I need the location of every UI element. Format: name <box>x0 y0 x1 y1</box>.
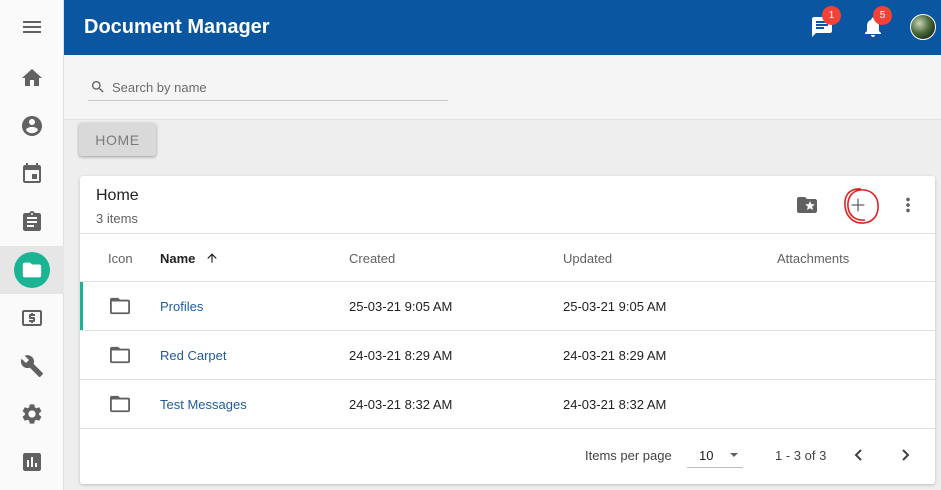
add-button[interactable] <box>845 192 871 218</box>
paginator: Items per page 10 1 - 3 of 3 <box>80 432 935 472</box>
sidebar-item-reports[interactable] <box>0 438 64 486</box>
sidebar-item-calendar[interactable] <box>0 150 64 198</box>
row-name[interactable]: Profiles <box>160 299 203 314</box>
sidebar-item-tools[interactable] <box>0 342 64 390</box>
bar-chart-icon <box>23 453 41 471</box>
money-icon <box>22 310 42 326</box>
column-name-label: Name <box>160 251 196 266</box>
gear-icon <box>22 404 42 424</box>
search-icon <box>92 81 104 93</box>
more-vert-icon <box>906 197 910 213</box>
sidebar-item-documents[interactable] <box>0 246 64 294</box>
column-name[interactable]: Name <box>160 251 219 266</box>
column-updated[interactable]: Updated <box>563 251 612 266</box>
app-title: Document Manager <box>84 16 270 38</box>
column-attachments: Attachments <box>777 251 850 266</box>
folder-star-icon <box>797 197 817 213</box>
folder-icon <box>22 262 42 278</box>
row-created: 25-03-21 9:05 AM <box>349 299 453 314</box>
sidebar-item-home[interactable] <box>0 54 64 102</box>
active-indicator <box>14 252 50 288</box>
folder-special-button[interactable] <box>794 192 820 218</box>
column-created[interactable]: Created <box>349 251 395 266</box>
messages-badge: 1 <box>822 6 841 25</box>
row-created: 24-03-21 8:32 AM <box>349 397 453 412</box>
row-name[interactable]: Red Carpet <box>160 348 226 363</box>
folder-icon <box>109 394 131 414</box>
items-per-page-select[interactable]: 10 <box>687 442 743 468</box>
sidebar-item-settings[interactable] <box>0 390 64 438</box>
table-header: Icon Name Created Updated Attachments <box>80 233 935 282</box>
documents-table: Icon Name Created Updated Attachments Pr… <box>80 233 935 429</box>
item-count: 3 items <box>96 211 138 226</box>
plus-icon <box>851 198 865 212</box>
breadcrumb-home-button[interactable]: HOME <box>79 123 156 156</box>
folder-icon <box>109 345 131 365</box>
menu-button[interactable] <box>0 3 64 51</box>
arrow-up-icon <box>207 253 217 263</box>
calendar-icon <box>23 163 41 183</box>
row-updated: 25-03-21 9:05 AM <box>563 299 667 314</box>
row-name[interactable]: Test Messages <box>160 397 247 412</box>
chevron-left-icon <box>854 449 862 461</box>
messages-button[interactable]: 1 <box>810 6 841 41</box>
row-updated: 24-03-21 8:29 AM <box>563 348 667 363</box>
notifications-badge: 5 <box>873 6 892 25</box>
page-range: 1 - 3 of 3 <box>775 448 827 463</box>
folder-icon <box>109 296 131 316</box>
dropdown-arrow-icon <box>730 453 738 457</box>
items-per-page-value: 10 <box>699 448 714 463</box>
menu-icon <box>23 21 41 33</box>
app-header: Document Manager 1 5 <box>64 0 941 55</box>
home-icon <box>22 69 42 86</box>
items-per-page-label: Items per page <box>585 448 672 463</box>
wrench-icon <box>20 355 43 377</box>
table-row[interactable]: Test Messages 24-03-21 8:32 AM 24-03-21 … <box>80 380 935 429</box>
next-page-button[interactable] <box>892 442 918 468</box>
account-circle-icon <box>22 116 42 136</box>
row-created: 24-03-21 8:29 AM <box>349 348 453 363</box>
sidebar-item-billing[interactable] <box>0 294 64 342</box>
row-updated: 24-03-21 8:32 AM <box>563 397 667 412</box>
avatar[interactable] <box>910 14 936 40</box>
more-options-button[interactable] <box>895 192 921 218</box>
search-bar <box>64 55 941 120</box>
card-title: Home <box>96 187 139 204</box>
notifications-button[interactable]: 5 <box>861 6 892 41</box>
sidebar <box>0 0 64 490</box>
column-icon: Icon <box>108 251 133 266</box>
chevron-right-icon <box>902 449 910 461</box>
sidebar-item-tasks[interactable] <box>0 198 64 246</box>
search-field <box>88 74 448 101</box>
table-row[interactable]: Red Carpet 24-03-21 8:29 AM 24-03-21 8:2… <box>80 331 935 380</box>
previous-page-button[interactable] <box>846 442 872 468</box>
sidebar-item-account[interactable] <box>0 102 64 150</box>
search-input[interactable] <box>112 76 442 98</box>
documents-card: Home 3 items Icon Name Created Updated A… <box>80 176 935 484</box>
clipboard-icon <box>23 211 41 231</box>
table-row[interactable]: Profiles 25-03-21 9:05 AM 25-03-21 9:05 … <box>80 282 935 331</box>
